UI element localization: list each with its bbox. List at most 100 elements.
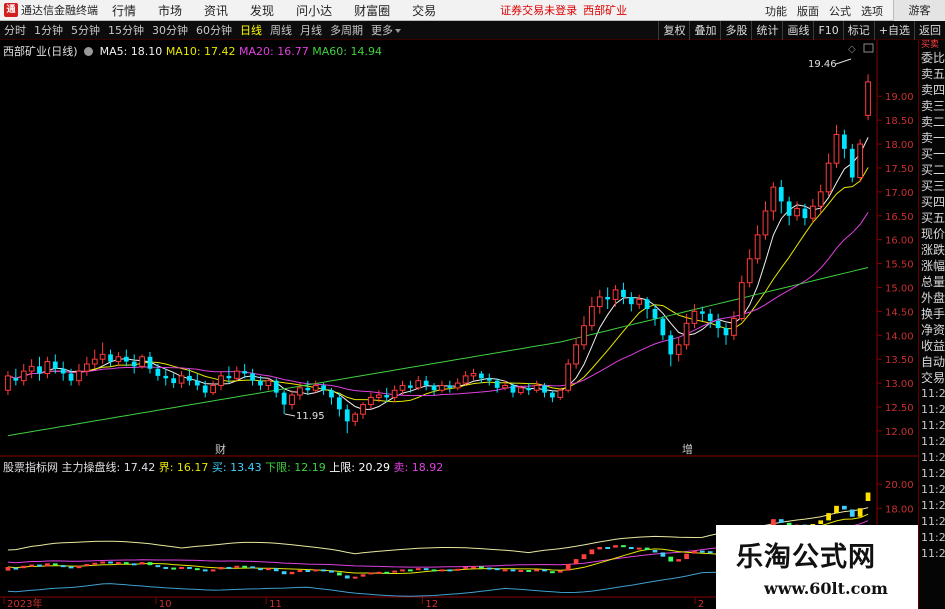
candle-body-down [258, 380, 263, 386]
side-panel-item[interactable]: 涨跌 [919, 242, 945, 258]
indicator-bar [273, 568, 279, 572]
watermark-title: 乐淘公式网 [736, 542, 876, 573]
tool-back-button[interactable]: 返回 [914, 21, 945, 40]
indicator-bar [116, 562, 121, 565]
side-panel-item[interactable]: 11:29 [919, 434, 945, 450]
legend-settings-icon[interactable] [84, 47, 94, 56]
candle-body-down [408, 385, 413, 388]
indicator-bar [242, 565, 248, 568]
indicator-bar [463, 566, 468, 569]
price-axis-label: 15.50 [885, 260, 914, 271]
side-panel-item[interactable]: 11:29 [919, 386, 945, 402]
price-axis-label: 13.00 [885, 379, 914, 390]
candle-body-down [321, 385, 326, 391]
indicator-bar [534, 569, 540, 572]
diamond-icon[interactable]: ◇ [848, 44, 856, 55]
candle-body-up [415, 380, 422, 389]
side-panel-item[interactable]: 买五 [919, 210, 945, 226]
side-panel-item[interactable]: 11:29 [919, 482, 945, 498]
indicator-legend: 股票指标网 主力操盘线: 17.42 界: 16.17 买: 13.43 下限:… [3, 459, 443, 475]
indicator-bar [431, 569, 437, 572]
side-panel-item[interactable]: 收益 [919, 338, 945, 354]
side-panel-item[interactable]: 涨幅 [919, 258, 945, 274]
indicator-bar [45, 563, 50, 567]
event-marker-increase[interactable]: 增 [682, 442, 693, 456]
side-panel-item[interactable]: 自动 [919, 354, 945, 370]
indicator-bar [60, 565, 66, 568]
candle-body-down [778, 187, 784, 202]
candle-body-up [91, 358, 98, 365]
side-panel-item[interactable]: 买一 [919, 146, 945, 162]
price-axis-label: 14.00 [885, 331, 914, 342]
side-panel-item[interactable]: 交易 [919, 370, 945, 386]
side-panel-item[interactable]: 11:29 [919, 402, 945, 418]
side-panel-item[interactable]: 卖三 [919, 98, 945, 114]
candle-body-up [399, 384, 406, 391]
candle-body-down [52, 361, 58, 369]
indicator-bar [597, 547, 603, 550]
indicator-bar [392, 570, 397, 573]
side-panel-item[interactable]: 委比 [919, 50, 945, 66]
side-panel-item[interactable]: 11:29 [919, 498, 945, 514]
side-panel-item[interactable]: 现价 [919, 226, 945, 242]
candle-body-up [139, 356, 145, 367]
side-panel-item[interactable]: 卖二 [919, 114, 945, 130]
indicator-bar [218, 566, 224, 570]
candle-body-up [833, 133, 840, 164]
candle-body-up [218, 375, 224, 386]
legend-ma20: MA20: 16.77 [239, 45, 309, 58]
candle-body-up [581, 325, 587, 346]
side-panel-item[interactable]: 买四 [919, 194, 945, 210]
side-panel-item[interactable]: 11:29 [919, 546, 945, 562]
candle-body-up [817, 191, 824, 207]
indicator-axis-label: 18.00 [885, 504, 914, 515]
side-panel-item[interactable]: 换手 [919, 306, 945, 322]
indicator-bar [234, 565, 240, 568]
candle-body-up [83, 363, 90, 372]
side-panel-item[interactable]: 11:29 [919, 450, 945, 466]
side-panel-item[interactable]: 买三 [919, 178, 945, 194]
indicator-bar [13, 567, 19, 570]
candle-body-up [857, 143, 864, 179]
candle-body-down [384, 395, 390, 398]
side-panel-item[interactable]: 总量 [919, 274, 945, 290]
side-panel-item[interactable]: 外盘 [919, 290, 945, 306]
indicator-bar [518, 570, 524, 572]
indicator-bar [408, 569, 413, 572]
date-axis-label: 11 [269, 599, 282, 609]
side-panel-item[interactable]: 11:29 [919, 418, 945, 434]
indicator-bar [265, 568, 271, 571]
side-panel-item[interactable]: 11:29 [919, 466, 945, 482]
indicator-axis-label: 20.00 [885, 480, 914, 491]
candle-body-up [691, 310, 698, 324]
indicator-bar [455, 568, 461, 571]
side-panel-item[interactable]: 11:29 [919, 514, 945, 530]
indicator-bar [447, 569, 453, 572]
candle-body-up [20, 370, 27, 382]
indicator-bar [699, 550, 705, 553]
indicator-bar [692, 550, 697, 554]
side-panel-item[interactable]: 净资 [919, 322, 945, 338]
indicator-name[interactable]: 股票指标网 [3, 461, 58, 474]
side-panel-item[interactable]: 买二 [919, 162, 945, 178]
indicator-bar [581, 554, 587, 560]
side-panel-list: 委比 卖五 卖四 卖三 卖二 卖一 买一 买二 买三 买四 买五 现价 涨跌 涨幅 总量 外盘 换手 净资 收益 自动… [919, 50, 945, 562]
side-panel-item[interactable]: 卖五 [919, 66, 945, 82]
event-marker-finance[interactable]: 财 [215, 442, 226, 456]
price-axis-label: 18.50 [885, 116, 914, 127]
indicator-bar [557, 570, 563, 573]
candle-body-down [242, 371, 248, 374]
candle-body-up [865, 81, 871, 116]
candle-body-up [754, 234, 761, 260]
candle-body-up [115, 356, 122, 363]
candle-body-down [273, 380, 279, 393]
indicator-bar [471, 566, 476, 569]
side-panel-item[interactable]: 卖四 [919, 82, 945, 98]
quote-side-panel: 买卖 委比 卖五 卖四 卖三 卖二 卖一 买一 买二 买三 买四 买五 现价 涨跌 涨幅 总量 外盘 换手 净资收… [918, 40, 945, 609]
side-panel-item[interactable]: 11:29 [919, 530, 945, 546]
watermark-url: www.60lt.com [764, 579, 888, 598]
kline-chart[interactable]: 19.00 18.50 18.00 17.50 17.00 16.50 16.00 15.50… [0, 0, 918, 609]
candle-body-up [352, 413, 359, 422]
side-panel-item[interactable]: 卖一 [919, 130, 945, 146]
candle-body-down [305, 387, 311, 391]
